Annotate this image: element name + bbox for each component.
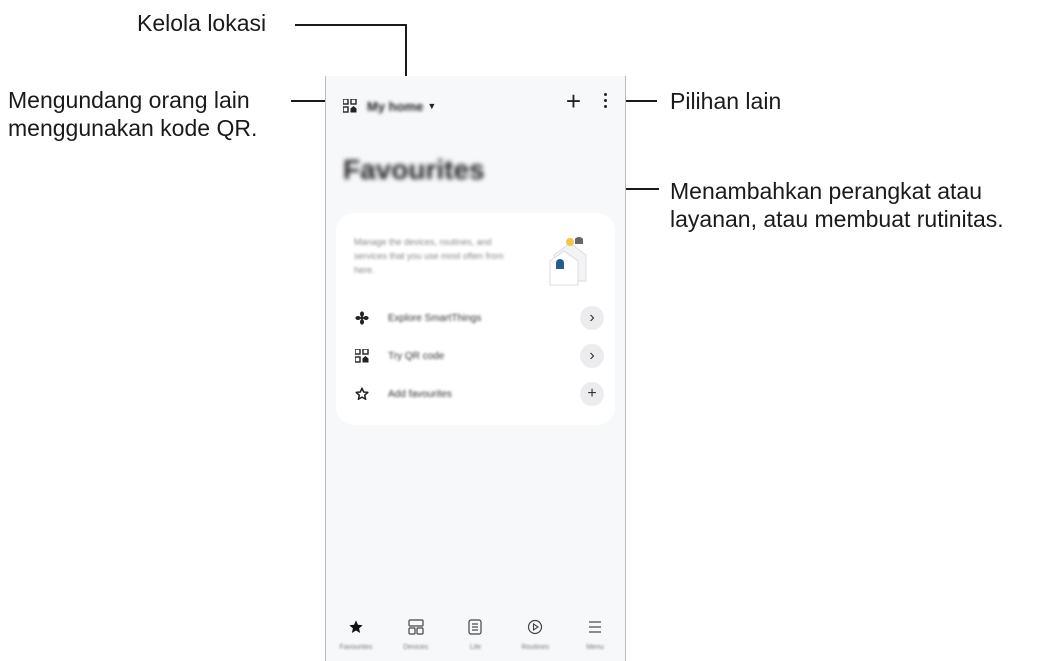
more-options-icon[interactable] (604, 93, 607, 111)
annotation-invite-line1: Mengundang orang lain (8, 87, 250, 113)
bottom-nav: Favourites Devices Life Routines Menu (326, 619, 625, 659)
list-item-add-favourites[interactable]: Add favourites + (354, 380, 604, 408)
annotation-more-options: Pilihan lain (670, 88, 782, 114)
menu-icon (587, 619, 603, 640)
add-button[interactable]: + (566, 88, 581, 114)
life-icon (467, 619, 483, 640)
nav-label: Routines (521, 644, 550, 651)
devices-grid-icon (408, 619, 424, 640)
play-circle-icon (527, 619, 543, 640)
list-item-label: Add favourites (388, 388, 452, 400)
favourites-card: Manage the devices, routines, and servic… (336, 213, 615, 425)
list-item-try-qr[interactable]: Try QR code › (354, 342, 604, 370)
nav-devices[interactable]: Devices (392, 619, 440, 659)
leader-manage-location-h (295, 24, 407, 26)
card-description: Manage the devices, routines, and servic… (354, 237, 504, 275)
nav-routines[interactable]: Routines (511, 619, 559, 659)
chevron-down-icon[interactable]: ▼ (427, 101, 436, 111)
annotation-invite-qr: Mengundang orang lain menggunakan kode Q… (8, 86, 257, 142)
qr-code-icon (354, 348, 370, 364)
fan-icon (354, 310, 370, 326)
nav-menu[interactable]: Menu (571, 619, 619, 659)
home-illustration-icon (542, 231, 598, 287)
nav-life[interactable]: Life (451, 619, 499, 659)
chevron-right-icon[interactable]: › (580, 306, 604, 330)
annotation-add-line1: Menambahkan perangkat atau (670, 178, 982, 204)
location-selector[interactable]: My home (367, 99, 423, 114)
annotation-invite-line2: menggunakan kode QR. (8, 115, 258, 141)
annotation-add-line2: layanan, atau membuat rutinitas. (670, 206, 1004, 232)
nav-label: Favourites (339, 644, 373, 651)
list-item-label: Try QR code (388, 350, 445, 362)
annotation-add: Menambahkan perangkat atau layanan, atau… (670, 177, 1004, 233)
page-title: Favourites (343, 154, 485, 185)
star-outline-icon (354, 386, 370, 402)
list-item-explore[interactable]: Explore SmartThings › (354, 304, 604, 332)
chevron-right-icon[interactable]: › (580, 344, 604, 368)
nav-label: Menu (586, 644, 604, 651)
nav-label: Life (469, 644, 482, 651)
star-filled-icon (348, 619, 364, 640)
qr-code-icon[interactable] (342, 98, 357, 113)
phone-screen: My home ▼ + Favourites Manage the device… (325, 76, 626, 661)
nav-label: Devices (403, 644, 429, 651)
nav-favourites[interactable]: Favourites (332, 619, 380, 659)
annotation-manage-location: Kelola lokasi (137, 10, 267, 36)
list-item-label: Explore SmartThings (388, 312, 482, 324)
plus-icon[interactable]: + (580, 382, 604, 406)
